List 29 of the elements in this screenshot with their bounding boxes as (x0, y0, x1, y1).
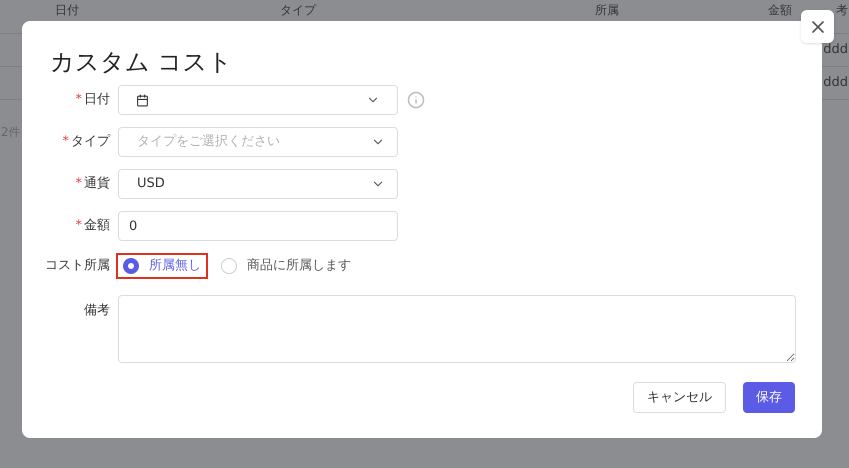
table-cell-text: ddd (823, 41, 848, 60)
required-mark: * (62, 133, 69, 152)
field-label: 通貨 (84, 175, 110, 194)
select-field[interactable]: USD (118, 169, 398, 199)
column-header: 所属 (595, 3, 620, 18)
calendar-icon (136, 94, 149, 106)
info-icon[interactable] (407, 91, 425, 109)
date-field[interactable] (118, 85, 398, 115)
column-header: 考 (836, 3, 848, 18)
input-field[interactable]: 0 (118, 211, 398, 241)
column-header: 日付 (54, 3, 80, 18)
required-mark: * (76, 175, 82, 194)
textarea-field[interactable] (118, 295, 796, 363)
required-mark: * (76, 217, 82, 236)
field-label: コスト所属 (45, 257, 110, 276)
radio-option[interactable]: 商品に所属します (214, 253, 358, 279)
dialog-title: カスタム コスト (50, 47, 234, 77)
close-button[interactable] (801, 10, 834, 43)
cancel-button[interactable]: キャンセル (633, 382, 726, 413)
table-cell-text: ddd (823, 74, 848, 92)
column-header: タイプ (280, 3, 318, 18)
column-header: 金額 (768, 3, 793, 18)
field-label: 金額 (84, 217, 110, 236)
field-label: 備考 (84, 302, 110, 320)
radio-option[interactable]: 所属無し (116, 253, 208, 279)
field-label: タイプ (71, 133, 110, 152)
save-button[interactable]: 保存 (743, 382, 795, 413)
field-label: 日付 (84, 91, 110, 110)
required-mark: * (76, 91, 82, 110)
